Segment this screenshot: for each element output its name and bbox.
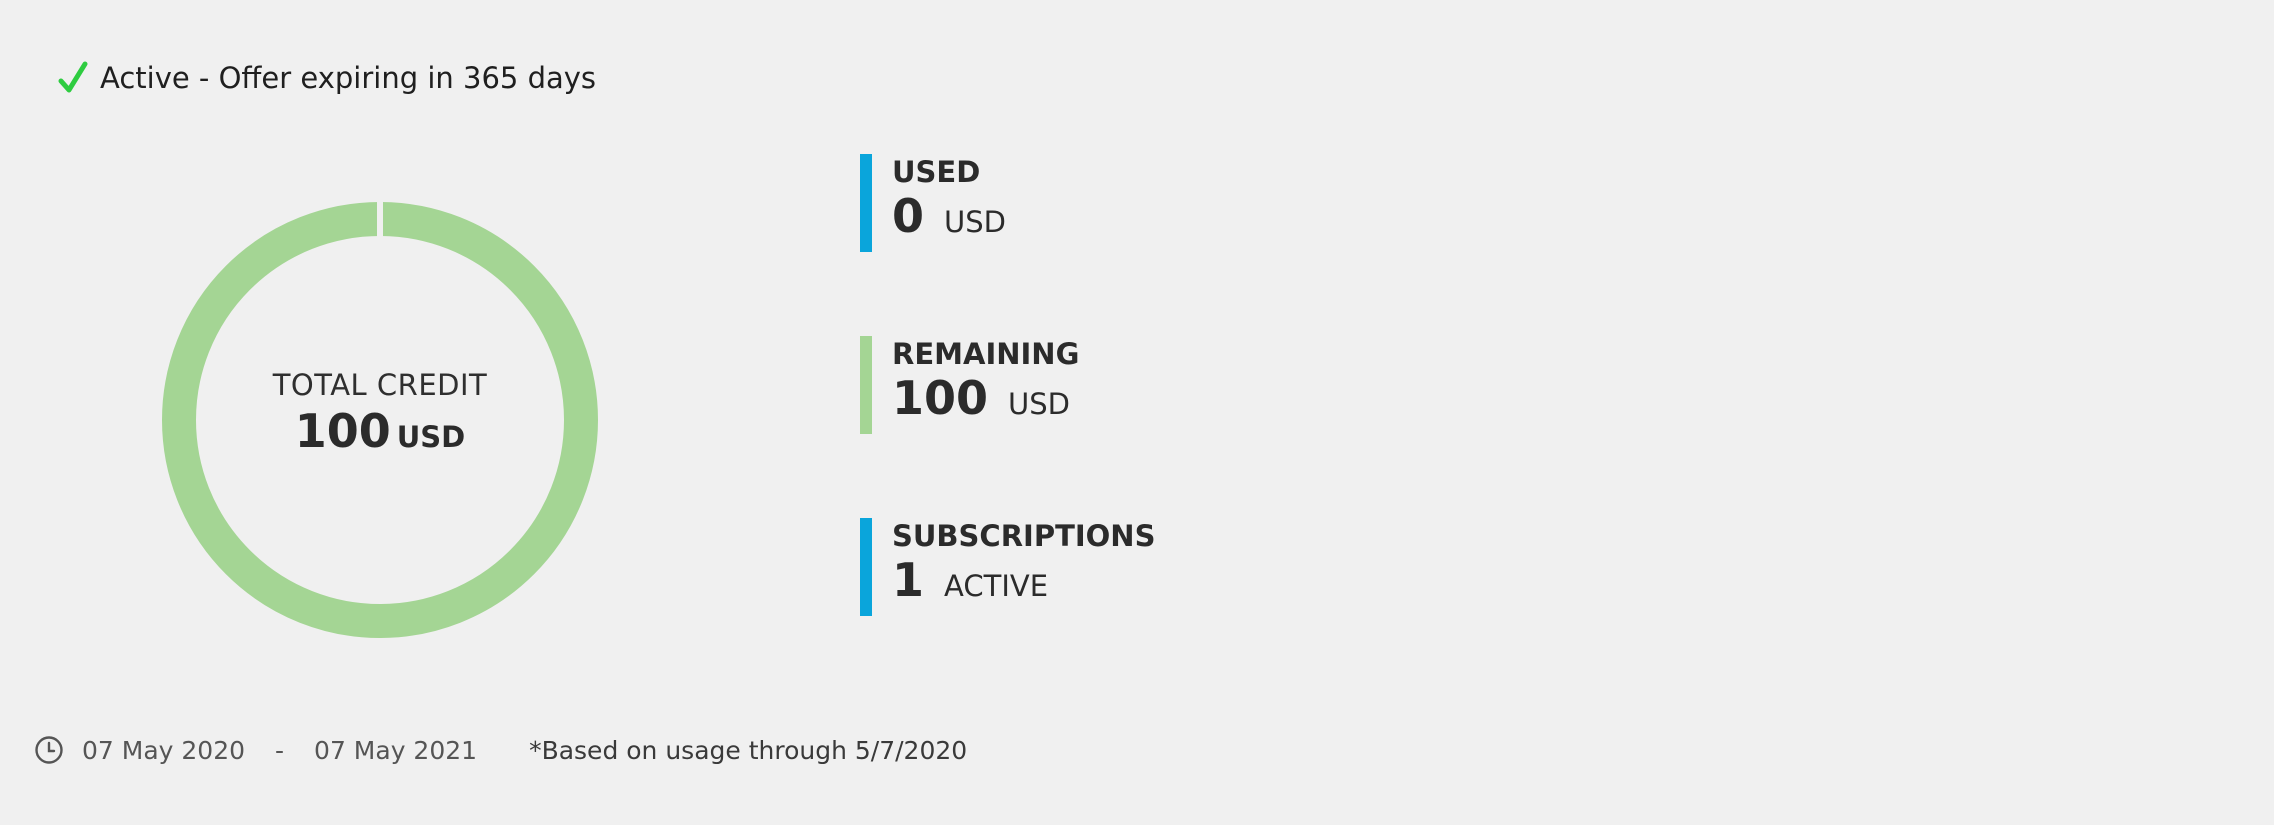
stat-subscriptions-bar <box>860 518 872 616</box>
stat-subscriptions-unit: ACTIVE <box>944 569 1049 603</box>
stat-used-bar <box>860 154 872 252</box>
start-date: 07 May 2020 <box>82 735 246 765</box>
total-credit-value: 100 USD <box>295 404 466 458</box>
total-credit-amount: 100 <box>294 404 391 458</box>
end-date: 07 May 2021 <box>314 735 478 765</box>
donut-center: TOTAL CREDIT 100 USD <box>160 200 600 640</box>
offer-status-text: Active - Offer expiring in 365 days <box>100 61 597 95</box>
stat-subscriptions-value: 1 ACTIVE <box>892 554 1155 612</box>
stat-used: USED 0 USD <box>860 154 1006 252</box>
usage-note: *Based on usage through 5/7/2020 <box>529 735 968 765</box>
stat-remaining: REMAINING 100 USD <box>860 336 1079 434</box>
offer-status: Active - Offer expiring in 365 days <box>58 56 596 100</box>
stat-subscriptions-count: 1 <box>892 553 925 607</box>
stat-remaining-amount: 100 <box>892 371 989 425</box>
stat-used-unit: USD <box>944 205 1006 239</box>
total-credit-label: TOTAL CREDIT <box>272 368 488 402</box>
date-separator: - <box>275 735 285 765</box>
total-credit-donut: TOTAL CREDIT 100 USD <box>160 200 600 640</box>
total-credit-unit: USD <box>396 420 466 454</box>
stat-subscriptions-label: SUBSCRIPTIONS <box>892 519 1156 553</box>
stat-remaining-unit: USD <box>1008 387 1071 421</box>
stat-subscriptions: SUBSCRIPTIONS 1 ACTIVE <box>860 518 1155 616</box>
stat-remaining-bar <box>860 336 872 434</box>
offer-period: 07 May 2020 - 07 May 2021 *Based on usag… <box>34 730 967 770</box>
stat-remaining-label: REMAINING <box>892 337 1080 371</box>
stat-used-label: USED <box>892 155 981 189</box>
stat-used-amount: 0 <box>892 189 925 243</box>
clock-icon <box>35 736 63 764</box>
check-icon <box>58 61 88 93</box>
stat-remaining-value: 100 USD <box>892 372 1079 430</box>
stat-used-value: 0 USD <box>892 190 1006 248</box>
